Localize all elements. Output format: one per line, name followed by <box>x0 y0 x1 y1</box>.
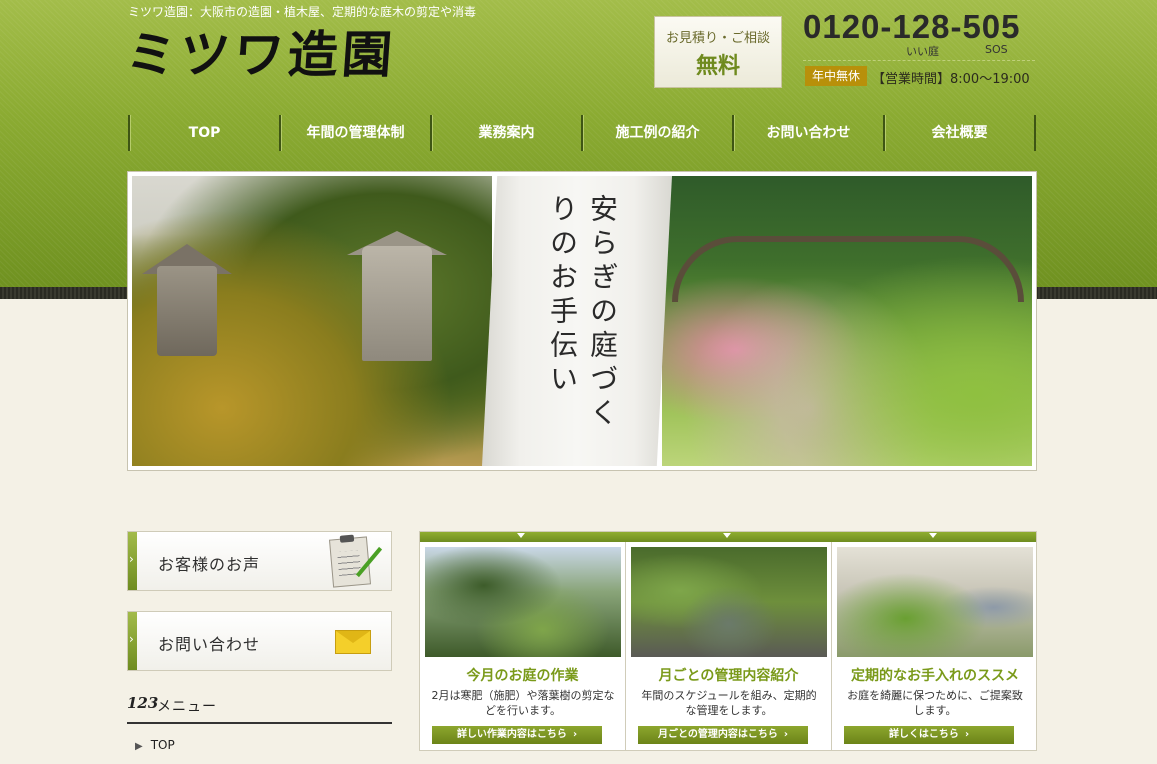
flower-garden-photo <box>662 176 1032 466</box>
chevron-right-icon: › <box>783 729 789 740</box>
hero-banner: 安らぎの庭づくりのお手伝い <box>127 171 1037 471</box>
business-hours: 【営業時間】8:00～19:00 <box>872 72 1030 87</box>
hero-catchphrase: 安らぎの庭づくりのお手伝い <box>546 194 619 432</box>
feature-title: 月ごとの管理内容紹介 <box>658 668 799 684</box>
feature-monthly-management: 月ごとの管理内容紹介 年間のスケジュールを組み、定期的な管理をします。 月ごとの… <box>626 533 832 750</box>
nav-item-annual-management[interactable]: 年間の管理体制 <box>279 115 430 151</box>
button-accent-bar <box>128 532 137 590</box>
nav-item-company[interactable]: 会社概要 <box>883 115 1036 151</box>
global-nav: TOP 年間の管理体制 業務案内 施工例の紹介 お問い合わせ 会社概要 <box>128 115 1036 151</box>
phone-divider <box>803 60 1035 61</box>
nav-item-works[interactable]: 施工例の紹介 <box>581 115 732 151</box>
feature-panels: 今月のお庭の作業 2月は寒肥（施肥）や落葉樹の剪定などを行います。 詳しい作業内… <box>419 531 1037 751</box>
nav-item-top[interactable]: TOP <box>128 115 279 151</box>
menu-item-top[interactable]: ▶ TOP <box>135 738 175 752</box>
button-label: 詳しくはこちら <box>888 729 959 740</box>
free-estimate-badge[interactable]: お見積り・ご相談 無料 <box>654 16 782 88</box>
monthly-work-details-button[interactable]: 詳しい作業内容はこちら › <box>432 726 602 744</box>
envelope-icon <box>335 630 371 654</box>
estimate-free-label: 無料 <box>695 53 740 79</box>
nav-item-services[interactable]: 業務案内 <box>430 115 581 151</box>
contact-label: お問い合わせ <box>158 635 261 654</box>
nav-item-contact[interactable]: お問い合わせ <box>732 115 883 151</box>
open-all-year-badge: 年中無休 <box>805 66 867 86</box>
stone-lantern-body <box>362 246 432 361</box>
button-label: 詳しい作業内容はこちら <box>456 729 567 740</box>
feature-monthly-work: 今月のお庭の作業 2月は寒肥（施肥）や落葉樹の剪定などを行います。 詳しい作業内… <box>420 533 626 750</box>
customer-voice-button[interactable]: お客様のお声 <box>127 531 392 591</box>
triangle-down-icon <box>723 533 731 538</box>
customer-voice-label: お客様のお声 <box>158 555 261 574</box>
menu-title: メニュー <box>157 699 217 715</box>
chevron-right-icon: › <box>572 729 578 740</box>
menu-numbers-icon: 123 <box>127 694 159 712</box>
site-tagline: ミツワ造園：大阪市の造園・植木屋、定期的な庭木の剪定や消毒 <box>128 5 477 19</box>
arrow-right-icon: ▶ <box>135 741 143 752</box>
feature-description: 年間のスケジュールを組み、定期的な管理をします。 <box>641 689 817 717</box>
contact-button[interactable]: お問い合わせ <box>127 611 392 671</box>
regular-care-details-button[interactable]: 詳しくはこちら › <box>844 726 1014 744</box>
feature-title: 定期的なお手入れのススメ <box>851 668 1019 684</box>
chevron-right-icon: › <box>964 729 970 740</box>
button-accent-bar <box>128 612 137 670</box>
menu-heading: 123 メニュー <box>127 692 392 724</box>
menu-item-label: TOP <box>150 738 175 752</box>
button-label: 月ごとの管理内容はこちら <box>657 729 778 740</box>
site-logo[interactable]: ミツワ造園 <box>124 24 398 86</box>
feature-regular-care: 定期的なお手入れのススメ お庭を綺麗に保つために、ご提案致します。 詳しくはこち… <box>832 533 1038 750</box>
feature-description: 2月は寒肥（施肥）や落葉樹の剪定などを行います。 <box>431 689 615 717</box>
estimate-label: お見積り・ご相談 <box>665 31 770 46</box>
triangle-down-icon <box>929 533 937 538</box>
phone-mnemonic-1: いい庭 <box>906 45 939 58</box>
garden-bridge <box>672 236 1024 302</box>
phone-mnemonic-2: SOS <box>985 43 1008 56</box>
gardener-at-work-photo <box>837 547 1033 657</box>
triangle-down-icon <box>517 533 525 538</box>
stone-lantern-body <box>157 266 217 356</box>
garden-stones-photo <box>631 547 827 657</box>
feature-title: 今月のお庭の作業 <box>466 668 579 684</box>
garden-trees-photo <box>425 547 621 657</box>
feature-description: お庭を綺麗に保つために、ご提案致します。 <box>847 689 1023 717</box>
monthly-management-details-button[interactable]: 月ごとの管理内容はこちら › <box>638 726 808 744</box>
hero-image: 安らぎの庭づくりのお手伝い <box>132 176 1032 466</box>
phone-number[interactable]: 0120-128-505 <box>803 8 1021 46</box>
